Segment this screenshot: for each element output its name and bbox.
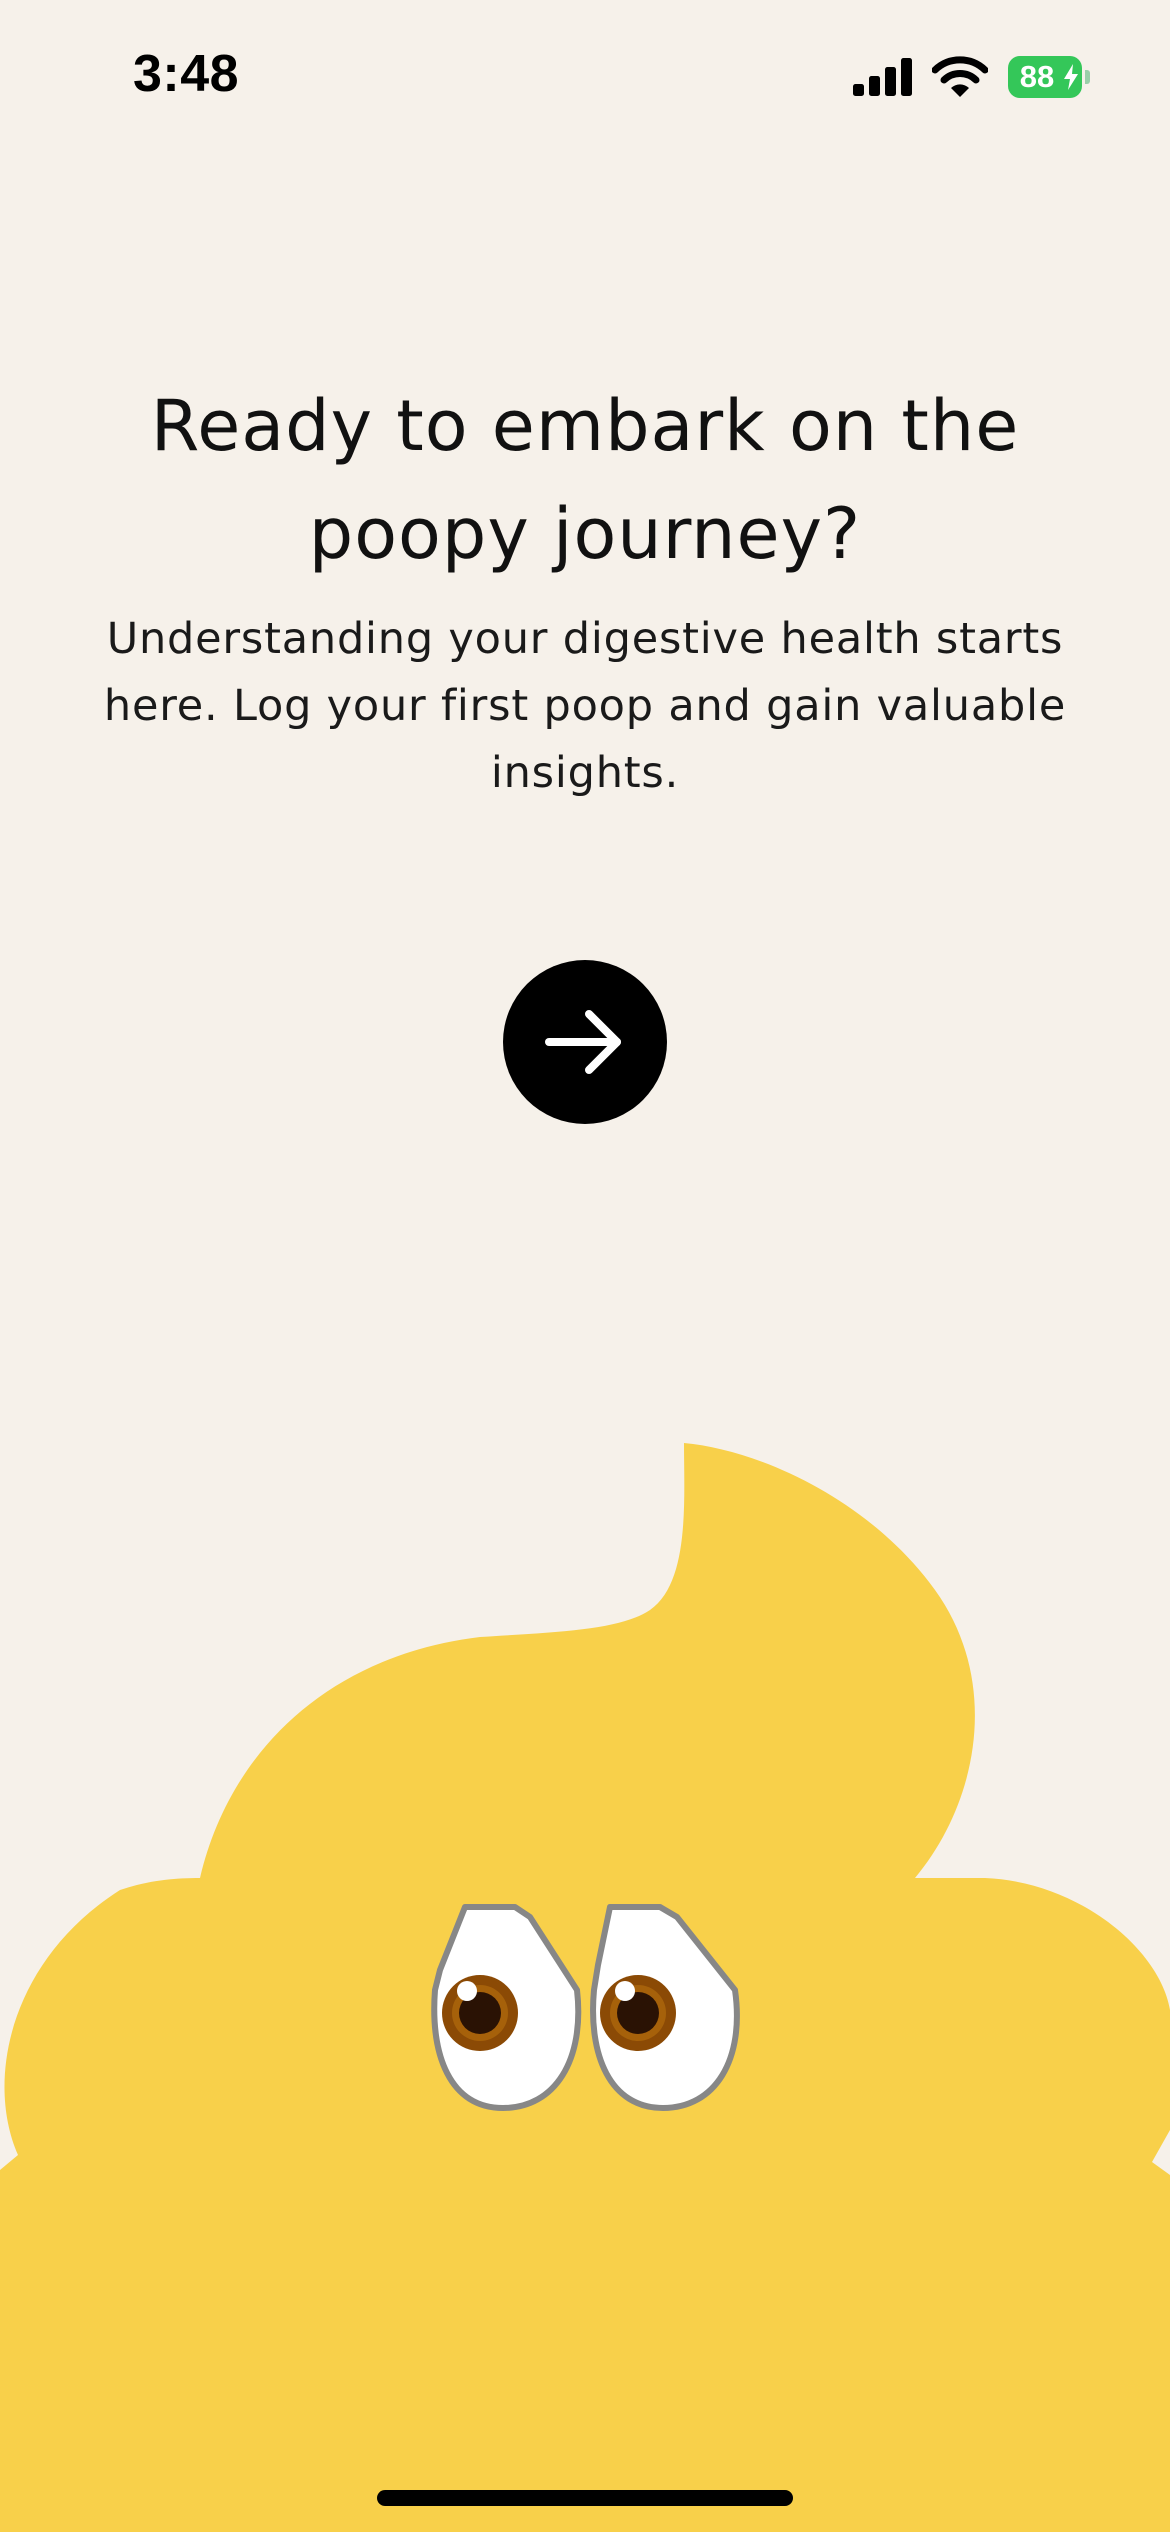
page-description: Understanding your digestive health star…: [103, 614, 1067, 798]
status-bar: 3:48 88: [0, 0, 1170, 150]
arrow-right-icon: [545, 1010, 621, 1074]
status-time: 3:48: [133, 45, 240, 103]
battery-icon: 88: [1008, 56, 1090, 98]
signal-icon: [853, 58, 912, 96]
wifi-icon: [932, 56, 988, 97]
page-title: Ready to embark on the poopy journey?: [150, 385, 1020, 575]
battery-cap: [1085, 70, 1090, 84]
charging-bolt-icon: [1064, 64, 1078, 90]
home-indicator[interactable]: [377, 2490, 793, 2506]
poop-mascot-illustration: [0, 1443, 1170, 2532]
battery-level: 88: [1019, 59, 1055, 94]
next-button[interactable]: [503, 960, 667, 1124]
mascot-body: [0, 1443, 1170, 2532]
